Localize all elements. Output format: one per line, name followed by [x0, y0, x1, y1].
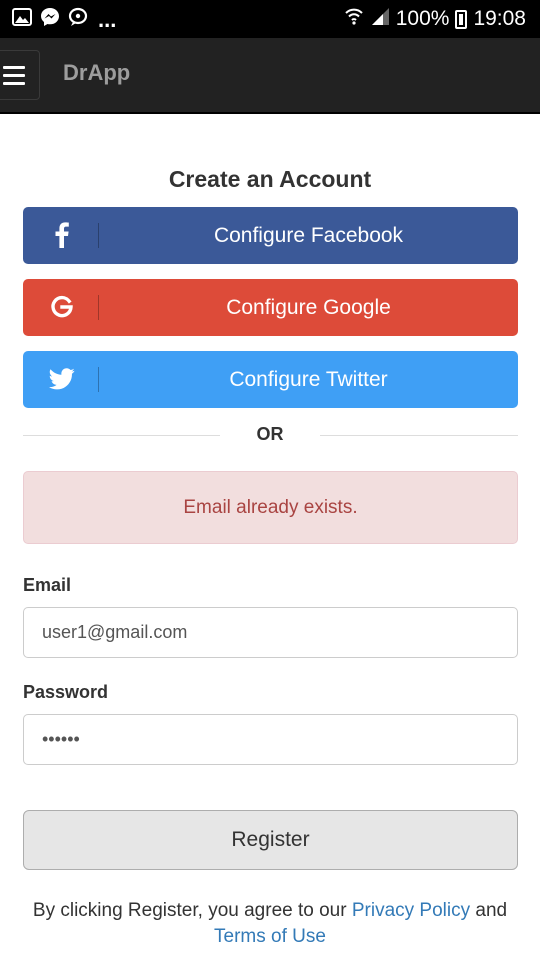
signal-icon	[370, 6, 390, 32]
terms-of-use-link[interactable]: Terms of Use	[214, 926, 326, 947]
hamburger-icon	[3, 65, 25, 69]
email-label: Email	[23, 575, 72, 595]
app-bar: DrApp	[0, 38, 540, 114]
page-title: Create an Account	[168, 166, 372, 192]
wifi-icon	[344, 6, 364, 32]
configure-facebook-button[interactable]: Configure Facebook	[23, 207, 518, 264]
messenger-icon	[40, 7, 60, 32]
error-alert: Email already exists.	[23, 471, 518, 544]
terms-notice: By clicking Register, you agree to our P…	[10, 898, 530, 950]
configure-google-button[interactable]: Configure Google	[23, 279, 518, 336]
status-indicators: 100% 19:08	[344, 6, 526, 32]
terms-and: and	[475, 900, 508, 921]
twitter-button-label: Configure Twitter	[229, 368, 388, 391]
google-button-label: Configure Google	[226, 296, 391, 319]
email-field[interactable]	[23, 607, 518, 658]
facebook-button-label: Configure Facebook	[213, 224, 404, 247]
configure-twitter-button[interactable]: Configure Twitter	[23, 351, 518, 408]
terms-prefix: By clicking Register, you agree to our	[32, 900, 347, 921]
password-label: Password	[23, 682, 109, 702]
notification-overflow: ...	[98, 6, 117, 32]
facebook-icon	[47, 219, 77, 251]
google-icon	[47, 291, 77, 323]
or-separator: OR	[256, 424, 284, 444]
menu-button[interactable]	[0, 50, 40, 100]
clock: 19:08	[473, 7, 526, 30]
twitter-icon	[47, 363, 77, 395]
status-bar: ... 100% 19:08	[0, 0, 540, 38]
notification-icons: ...	[12, 7, 116, 32]
register-button[interactable]: Register	[23, 810, 518, 870]
password-field[interactable]	[23, 714, 518, 765]
privacy-policy-link[interactable]: Privacy Policy	[352, 900, 470, 921]
chat-icon	[68, 7, 88, 32]
app-title[interactable]: DrApp	[63, 60, 130, 86]
divider-left	[23, 435, 220, 436]
image-icon	[12, 8, 32, 31]
battery-percent: 100%	[395, 7, 450, 30]
battery-icon	[455, 9, 468, 29]
divider-right	[320, 435, 518, 436]
